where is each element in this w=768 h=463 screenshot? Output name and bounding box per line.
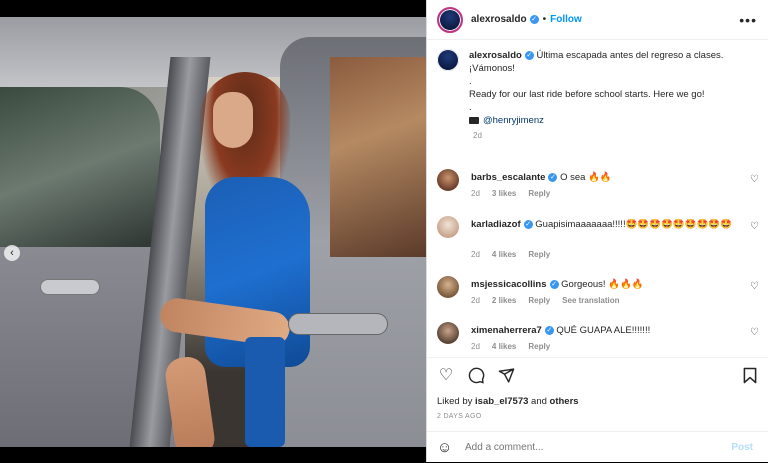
caption-username[interactable]: alexrosaldo (469, 50, 522, 61)
comment-like-heart-icon[interactable]: ♡ (750, 281, 759, 292)
post-timestamp[interactable]: 2 DAYS AGO (437, 413, 482, 420)
commenter-avatar[interactable] (437, 322, 459, 344)
send-icon[interactable] (497, 367, 515, 385)
comment-text: O sea 🔥🔥 (560, 172, 612, 183)
heart-icon[interactable]: ♡ (437, 367, 455, 385)
verified-badge-icon: ✓ (544, 326, 554, 335)
post-header: alexrosaldo ✓ • Follow ••• (427, 0, 768, 40)
carousel-prev-button[interactable]: ‹ (4, 245, 20, 261)
commenter-avatar[interactable] (437, 169, 459, 191)
author-avatar[interactable] (437, 6, 463, 33)
bookmark-icon[interactable] (741, 367, 759, 385)
post-caption: alexrosaldo ✓ Última escapada antes del r… (437, 49, 757, 140)
verified-badge-icon: ✓ (524, 51, 534, 60)
comment-like-heart-icon[interactable]: ♡ (750, 327, 759, 338)
liked-by-and: and (531, 396, 547, 407)
comment-likes-count[interactable]: 2 likes (492, 296, 516, 305)
comment-text: Guapisimaaaaaaa!!!!!🤩🤩🤩🤩🤩🤩🤩🤩🤩 (535, 219, 733, 230)
author-username[interactable]: alexrosaldo (471, 14, 527, 25)
more-options-icon[interactable]: ••• (739, 12, 757, 28)
caption-line-english: Ready for our last ride before school st… (469, 89, 705, 100)
comment-likes-count[interactable]: 3 likes (492, 189, 516, 198)
commenter-avatar[interactable] (437, 216, 459, 238)
liked-by-user[interactable]: isab_el7573 (475, 396, 528, 407)
post-photo[interactable]: ‹ (0, 17, 426, 447)
post-comment-button[interactable]: Post (731, 442, 753, 453)
verified-badge-icon: ✓ (529, 15, 539, 24)
comment-time[interactable]: 2d (471, 189, 480, 198)
reply-button[interactable]: Reply (528, 189, 550, 198)
comment-username[interactable]: msjessicacollins (471, 279, 547, 290)
comment-time[interactable]: 2d (471, 342, 480, 351)
comment-icon[interactable] (467, 367, 485, 385)
verified-badge-icon: ✓ (548, 173, 558, 182)
clapperboard-icon (469, 117, 479, 124)
post-side-panel: alexrosaldo ✓ • Follow ••• alexrosaldo ✓ … (426, 0, 768, 462)
caption-author-avatar[interactable] (437, 49, 459, 71)
verified-badge-icon: ✓ (523, 220, 533, 229)
commenter-avatar[interactable] (437, 276, 459, 298)
comment-username[interactable]: ximenaherrera7 (471, 325, 542, 336)
reply-button[interactable]: Reply (528, 296, 550, 305)
comment-time[interactable]: 2d (471, 250, 480, 259)
comment-text: QUÉ GUAPA ALE!!!!!!! (556, 325, 651, 336)
see-translation-link[interactable]: See translation (562, 296, 619, 305)
liked-by-others[interactable]: others (550, 396, 579, 407)
caption-line-dot: . (469, 76, 472, 87)
comment-text: Gorgeous! 🔥🔥🔥 (561, 279, 644, 290)
add-comment-bar: ☺ Post (427, 431, 768, 463)
emoji-icon[interactable]: ☺ (437, 439, 455, 456)
post-viewer: ‹ alexrosaldo ✓ • Follow ••• alexrosaldo… (0, 0, 768, 462)
caption-timestamp[interactable]: 2d (473, 131, 757, 140)
comment-username[interactable]: karladiazof (471, 219, 521, 230)
verified-badge-icon: ✓ (549, 280, 559, 289)
comment-likes-count[interactable]: 4 likes (492, 342, 516, 351)
add-comment-input[interactable] (465, 442, 705, 453)
liked-by-text: Liked by isab_el7573 and others (437, 396, 579, 407)
reply-button[interactable]: Reply (528, 342, 550, 351)
comment-like-heart-icon[interactable]: ♡ (750, 221, 759, 232)
comment-time[interactable]: 2d (471, 296, 480, 305)
follow-button[interactable]: Follow (550, 14, 582, 25)
separator-dot: • (542, 14, 547, 25)
comment-likes-count[interactable]: 4 likes (492, 250, 516, 259)
caption-line-dot: . (469, 102, 472, 113)
post-actions: ♡ Liked by isab_el7573 and others 2 DAYS… (427, 357, 768, 462)
comments-list[interactable]: alexrosaldo ✓ Última escapada antes del r… (427, 41, 768, 357)
comment-username[interactable]: barbs_escalante (471, 172, 545, 183)
comment-like-heart-icon[interactable]: ♡ (750, 174, 759, 185)
reply-button[interactable]: Reply (528, 250, 550, 259)
liked-by-prefix: Liked by (437, 396, 473, 407)
caption-mention-link[interactable]: @henryjimenz (483, 115, 544, 126)
